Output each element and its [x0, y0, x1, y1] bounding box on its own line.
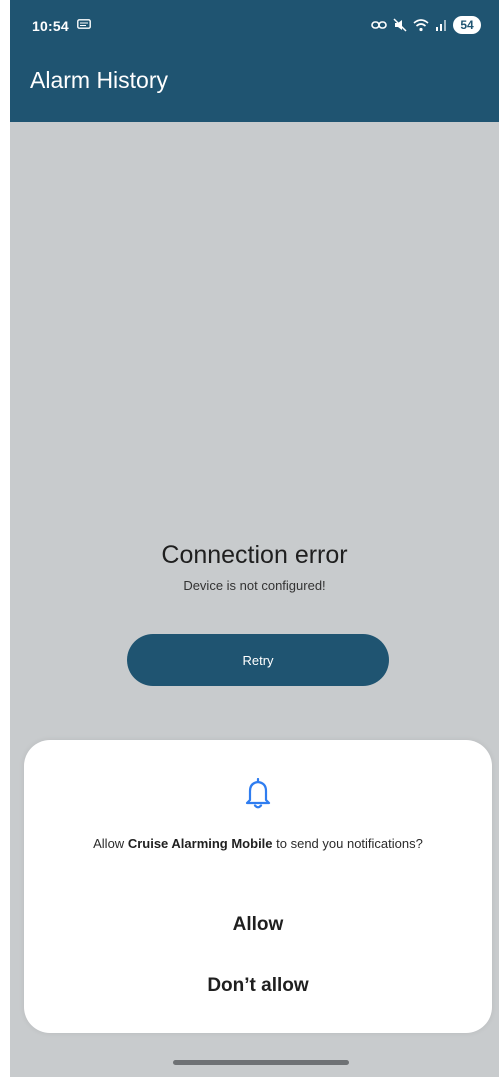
- wifi-icon: [413, 18, 429, 31]
- status-time: 10:54: [32, 18, 69, 34]
- mute-icon: [393, 18, 407, 32]
- error-message: Device is not configured!: [183, 578, 326, 593]
- screen: 10:54 54 Alarm History Connection error …: [10, 0, 499, 1077]
- page-title: Alarm History: [30, 67, 169, 93]
- gesture-navigation-bar[interactable]: [173, 1060, 349, 1065]
- signal-icon: [436, 20, 446, 31]
- permission-text-suffix: to send you notifications?: [272, 836, 423, 851]
- battery-icon: 54: [453, 16, 481, 34]
- status-bar: 10:54 54: [10, 0, 499, 60]
- permission-text-prefix: Allow: [93, 836, 128, 851]
- bell-icon: [245, 778, 271, 809]
- message-icon: [77, 19, 91, 29]
- status-icons: 54: [371, 15, 481, 35]
- link-icon: [371, 21, 387, 29]
- app-header: 10:54 54 Alarm History: [10, 0, 499, 122]
- error-title: Connection error: [161, 541, 348, 569]
- notification-permission-dialog: Allow Cruise Alarming Mobile to send you…: [24, 740, 492, 1033]
- allow-button[interactable]: Allow: [24, 908, 492, 942]
- retry-button[interactable]: Retry: [127, 634, 389, 686]
- permission-message: Allow Cruise Alarming Mobile to send you…: [69, 834, 447, 854]
- dont-allow-button[interactable]: Don’t allow: [24, 969, 492, 1003]
- app-name: Cruise Alarming Mobile: [127, 836, 273, 851]
